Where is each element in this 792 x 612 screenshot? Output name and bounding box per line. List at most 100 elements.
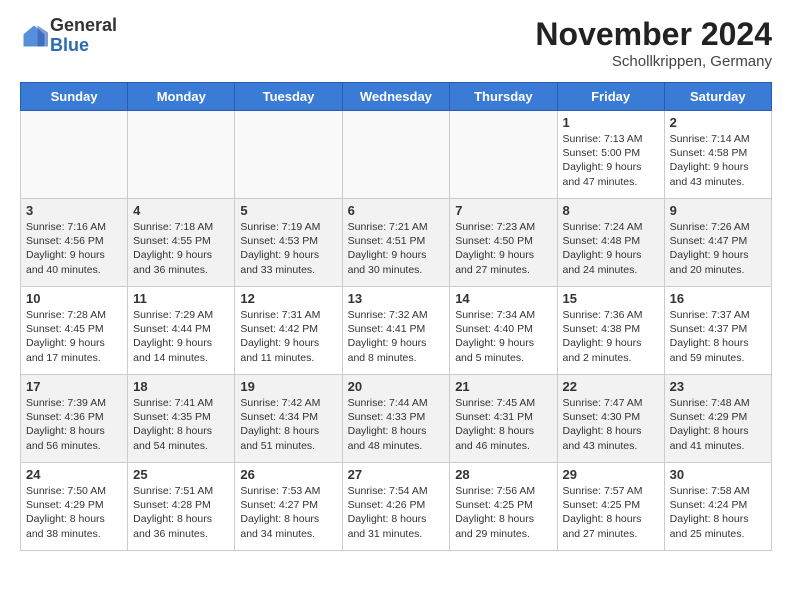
calendar-week-3: 10Sunrise: 7:28 AM Sunset: 4:45 PM Dayli… xyxy=(21,287,772,375)
day-header-monday: Monday xyxy=(128,83,235,111)
day-header-friday: Friday xyxy=(557,83,664,111)
calendar-cell: 30Sunrise: 7:58 AM Sunset: 4:24 PM Dayli… xyxy=(664,463,771,551)
calendar-cell: 1 Sunrise: 7:13 AM Sunset: 5:00 PM Daylig… xyxy=(557,111,664,199)
day-number: 24 xyxy=(26,467,122,482)
day-number: 13 xyxy=(348,291,445,306)
day-number: 27 xyxy=(348,467,445,482)
calendar-cell: 17 Sunrise: 7:39 AM Sunset: 4:36 PM Dayli… xyxy=(21,375,128,463)
day-number: 3 xyxy=(26,203,122,218)
calendar-cell xyxy=(235,111,342,199)
day-info: Sunrise: 7:54 AM Sunset: 4:26 PM Dayligh… xyxy=(348,484,445,541)
day-info: Sunrise: 7:24 AM Sunset: 4:48 PM Dayligh… xyxy=(563,220,659,277)
day-number: 6 xyxy=(348,203,445,218)
day-info: Sunrise: 7:42 AM Sunset: 4:34 PM Dayligh… xyxy=(240,396,336,453)
day-number: 21 xyxy=(455,379,551,394)
calendar-cell: 28 Sunrise: 7:56 AM Sunset: 4:25 PM Dayli… xyxy=(450,463,557,551)
calendar-cell: 25 Sunrise: 7:51 AM Sunset: 4:28 PM Dayli… xyxy=(128,463,235,551)
day-number: 28 xyxy=(455,467,551,482)
day-info: Sunrise: 7:13 AM Sunset: 5:00 PM Dayligh… xyxy=(563,132,659,189)
calendar-cell: 15Sunrise: 7:36 AM Sunset: 4:38 PM Dayli… xyxy=(557,287,664,375)
day-number: 18 xyxy=(133,379,229,394)
day-number: 29 xyxy=(563,467,659,482)
title-section: November 2024 Schollkrippen, Germany xyxy=(535,16,772,70)
calendar-cell: 23 Sunrise: 7:48 AM Sunset: 4:29 PM Dayli… xyxy=(664,375,771,463)
calendar-body: 1 Sunrise: 7:13 AM Sunset: 5:00 PM Daylig… xyxy=(21,111,772,551)
day-header-thursday: Thursday xyxy=(450,83,557,111)
day-number: 23 xyxy=(670,379,766,394)
day-info: Sunrise: 7:39 AM Sunset: 4:36 PM Dayligh… xyxy=(26,396,122,453)
day-info: Sunrise: 7:51 AM Sunset: 4:28 PM Dayligh… xyxy=(133,484,229,541)
calendar-cell: 9 Sunrise: 7:26 AM Sunset: 4:47 PM Daylig… xyxy=(664,199,771,287)
day-number: 19 xyxy=(240,379,336,394)
day-number: 11 xyxy=(133,291,229,306)
day-info: Sunrise: 7:56 AM Sunset: 4:25 PM Dayligh… xyxy=(455,484,551,541)
calendar-cell xyxy=(342,111,450,199)
calendar-cell: 18 Sunrise: 7:41 AM Sunset: 4:35 PM Dayli… xyxy=(128,375,235,463)
calendar-cell xyxy=(450,111,557,199)
day-number: 14 xyxy=(455,291,551,306)
day-info: Sunrise: 7:58 AM Sunset: 4:24 PM Dayligh… xyxy=(670,484,766,541)
calendar-cell: 29 Sunrise: 7:57 AM Sunset: 4:25 PM Dayli… xyxy=(557,463,664,551)
day-info: Sunrise: 7:16 AM Sunset: 4:56 PM Dayligh… xyxy=(26,220,122,277)
day-header-sunday: Sunday xyxy=(21,83,128,111)
month-title: November 2024 xyxy=(535,16,772,53)
day-info: Sunrise: 7:23 AM Sunset: 4:50 PM Dayligh… xyxy=(455,220,551,277)
calendar-cell: 22Sunrise: 7:47 AM Sunset: 4:30 PM Dayli… xyxy=(557,375,664,463)
calendar-header: SundayMondayTuesdayWednesdayThursdayFrid… xyxy=(21,83,772,111)
day-info: Sunrise: 7:18 AM Sunset: 4:55 PM Dayligh… xyxy=(133,220,229,277)
calendar-cell: 24Sunrise: 7:50 AM Sunset: 4:29 PM Dayli… xyxy=(21,463,128,551)
location-subtitle: Schollkrippen, Germany xyxy=(535,53,772,70)
day-info: Sunrise: 7:57 AM Sunset: 4:25 PM Dayligh… xyxy=(563,484,659,541)
day-number: 17 xyxy=(26,379,122,394)
day-info: Sunrise: 7:26 AM Sunset: 4:47 PM Dayligh… xyxy=(670,220,766,277)
calendar-cell: 6Sunrise: 7:21 AM Sunset: 4:51 PM Daylig… xyxy=(342,199,450,287)
day-info: Sunrise: 7:28 AM Sunset: 4:45 PM Dayligh… xyxy=(26,308,122,365)
day-info: Sunrise: 7:37 AM Sunset: 4:37 PM Dayligh… xyxy=(670,308,766,365)
day-number: 16 xyxy=(670,291,766,306)
day-number: 25 xyxy=(133,467,229,482)
day-header-saturday: Saturday xyxy=(664,83,771,111)
day-info: Sunrise: 7:47 AM Sunset: 4:30 PM Dayligh… xyxy=(563,396,659,453)
day-info: Sunrise: 7:53 AM Sunset: 4:27 PM Dayligh… xyxy=(240,484,336,541)
calendar-cell: 11 Sunrise: 7:29 AM Sunset: 4:44 PM Dayli… xyxy=(128,287,235,375)
calendar-cell: 4Sunrise: 7:18 AM Sunset: 4:55 PM Daylig… xyxy=(128,199,235,287)
calendar-cell: 27 Sunrise: 7:54 AM Sunset: 4:26 PM Dayli… xyxy=(342,463,450,551)
calendar-cell: 12 Sunrise: 7:31 AM Sunset: 4:42 PM Dayli… xyxy=(235,287,342,375)
calendar-cell: 14 Sunrise: 7:34 AM Sunset: 4:40 PM Dayli… xyxy=(450,287,557,375)
day-number: 8 xyxy=(563,203,659,218)
logo-blue-text: Blue xyxy=(50,36,117,56)
day-info: Sunrise: 7:32 AM Sunset: 4:41 PM Dayligh… xyxy=(348,308,445,365)
calendar-cell: 26Sunrise: 7:53 AM Sunset: 4:27 PM Dayli… xyxy=(235,463,342,551)
calendar-cell: 8 Sunrise: 7:24 AM Sunset: 4:48 PM Daylig… xyxy=(557,199,664,287)
day-info: Sunrise: 7:48 AM Sunset: 4:29 PM Dayligh… xyxy=(670,396,766,453)
day-header-wednesday: Wednesday xyxy=(342,83,450,111)
logo-icon xyxy=(20,22,48,50)
calendar-cell: 20 Sunrise: 7:44 AM Sunset: 4:33 PM Dayli… xyxy=(342,375,450,463)
day-number: 2 xyxy=(670,115,766,130)
day-info: Sunrise: 7:41 AM Sunset: 4:35 PM Dayligh… xyxy=(133,396,229,453)
calendar-week-4: 17 Sunrise: 7:39 AM Sunset: 4:36 PM Dayli… xyxy=(21,375,772,463)
calendar-cell: 5Sunrise: 7:19 AM Sunset: 4:53 PM Daylig… xyxy=(235,199,342,287)
day-number: 12 xyxy=(240,291,336,306)
calendar-cell: 16 Sunrise: 7:37 AM Sunset: 4:37 PM Dayli… xyxy=(664,287,771,375)
day-info: Sunrise: 7:31 AM Sunset: 4:42 PM Dayligh… xyxy=(240,308,336,365)
logo: General Blue xyxy=(20,16,117,56)
day-info: Sunrise: 7:44 AM Sunset: 4:33 PM Dayligh… xyxy=(348,396,445,453)
calendar-cell: 3 Sunrise: 7:16 AM Sunset: 4:56 PM Daylig… xyxy=(21,199,128,287)
day-info: Sunrise: 7:34 AM Sunset: 4:40 PM Dayligh… xyxy=(455,308,551,365)
calendar-week-5: 24Sunrise: 7:50 AM Sunset: 4:29 PM Dayli… xyxy=(21,463,772,551)
day-number: 9 xyxy=(670,203,766,218)
day-info: Sunrise: 7:29 AM Sunset: 4:44 PM Dayligh… xyxy=(133,308,229,365)
day-number: 15 xyxy=(563,291,659,306)
day-info: Sunrise: 7:45 AM Sunset: 4:31 PM Dayligh… xyxy=(455,396,551,453)
day-info: Sunrise: 7:14 AM Sunset: 4:58 PM Dayligh… xyxy=(670,132,766,189)
logo-general-text: General xyxy=(50,16,117,36)
calendar-cell: 7Sunrise: 7:23 AM Sunset: 4:50 PM Daylig… xyxy=(450,199,557,287)
calendar-table: SundayMondayTuesdayWednesdayThursdayFrid… xyxy=(20,82,772,551)
calendar-cell: 19 Sunrise: 7:42 AM Sunset: 4:34 PM Dayli… xyxy=(235,375,342,463)
calendar-cell: 13 Sunrise: 7:32 AM Sunset: 4:41 PM Dayli… xyxy=(342,287,450,375)
calendar-cell xyxy=(128,111,235,199)
day-number: 5 xyxy=(240,203,336,218)
day-number: 1 xyxy=(563,115,659,130)
day-number: 20 xyxy=(348,379,445,394)
